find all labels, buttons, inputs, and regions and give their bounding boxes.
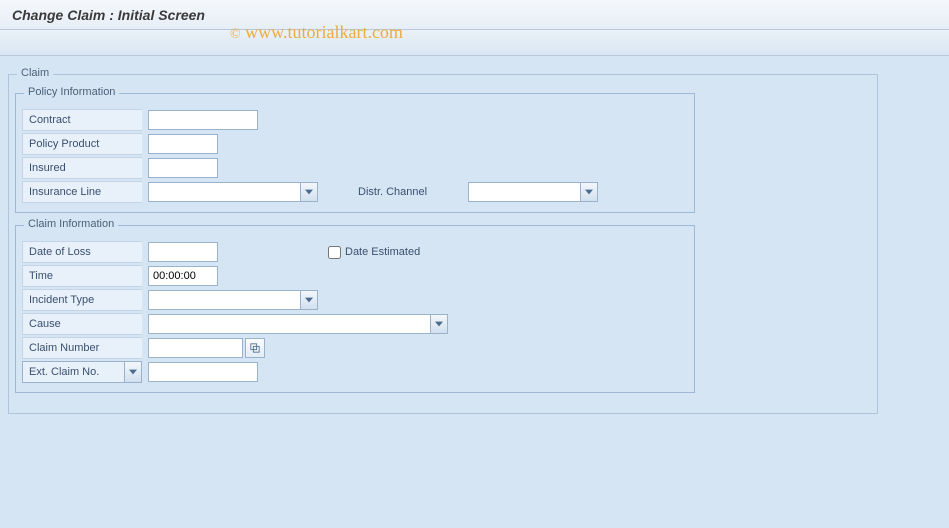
match-code-button[interactable] (245, 338, 265, 358)
policy-product-input[interactable] (148, 134, 218, 154)
cause-select[interactable] (148, 314, 448, 334)
incident-type-value (149, 291, 159, 309)
chevron-down-icon (124, 362, 141, 382)
policy-info-title: Policy Information (24, 86, 119, 98)
cause-label: Cause (22, 313, 142, 335)
date-of-loss-input[interactable] (148, 242, 218, 262)
chevron-down-icon (300, 183, 317, 201)
date-estimated-checkbox[interactable] (328, 246, 341, 259)
value-help-icon (250, 343, 260, 353)
chevron-down-icon (300, 291, 317, 309)
incident-type-label: Incident Type (22, 289, 142, 311)
insured-input[interactable] (148, 158, 218, 178)
chevron-down-icon (430, 315, 447, 333)
time-label: Time (22, 265, 142, 287)
insurance-line-select[interactable] (148, 182, 318, 202)
distr-channel-value (469, 183, 479, 201)
claim-group-title: Claim (17, 67, 53, 79)
toolbar-row (0, 30, 949, 56)
cause-value (149, 315, 159, 333)
claim-info-title: Claim Information (24, 218, 118, 230)
insured-label: Insured (22, 157, 142, 179)
time-input[interactable] (148, 266, 218, 286)
claim-number-label: Claim Number (22, 337, 142, 359)
page-title: Change Claim : Initial Screen (12, 7, 205, 23)
distr-channel-select[interactable] (468, 182, 598, 202)
date-estimated-label: Date Estimated (345, 246, 420, 258)
insurance-line-value (149, 183, 159, 201)
claim-info-group: Claim Information Date of Loss Date Esti… (15, 225, 695, 393)
ext-claim-input[interactable] (148, 362, 258, 382)
chevron-down-icon (580, 183, 597, 201)
title-bar: Change Claim : Initial Screen (0, 0, 949, 30)
contract-label: Contract (22, 109, 142, 131)
date-of-loss-label: Date of Loss (22, 241, 142, 263)
ext-claim-select-label: Ext. Claim No. (29, 366, 99, 378)
policy-info-group: Policy Information Contract Policy Produ… (15, 93, 695, 213)
incident-type-select[interactable] (148, 290, 318, 310)
contract-input[interactable] (148, 110, 258, 130)
claim-number-input[interactable] (148, 338, 243, 358)
insurance-line-label: Insurance Line (22, 181, 142, 203)
distr-channel-label: Distr. Channel (358, 181, 468, 203)
content-area: Claim Policy Information Contract Policy… (0, 56, 949, 432)
policy-product-label: Policy Product (22, 133, 142, 155)
ext-claim-select[interactable]: Ext. Claim No. (22, 361, 142, 383)
claim-group: Claim Policy Information Contract Policy… (8, 74, 878, 414)
